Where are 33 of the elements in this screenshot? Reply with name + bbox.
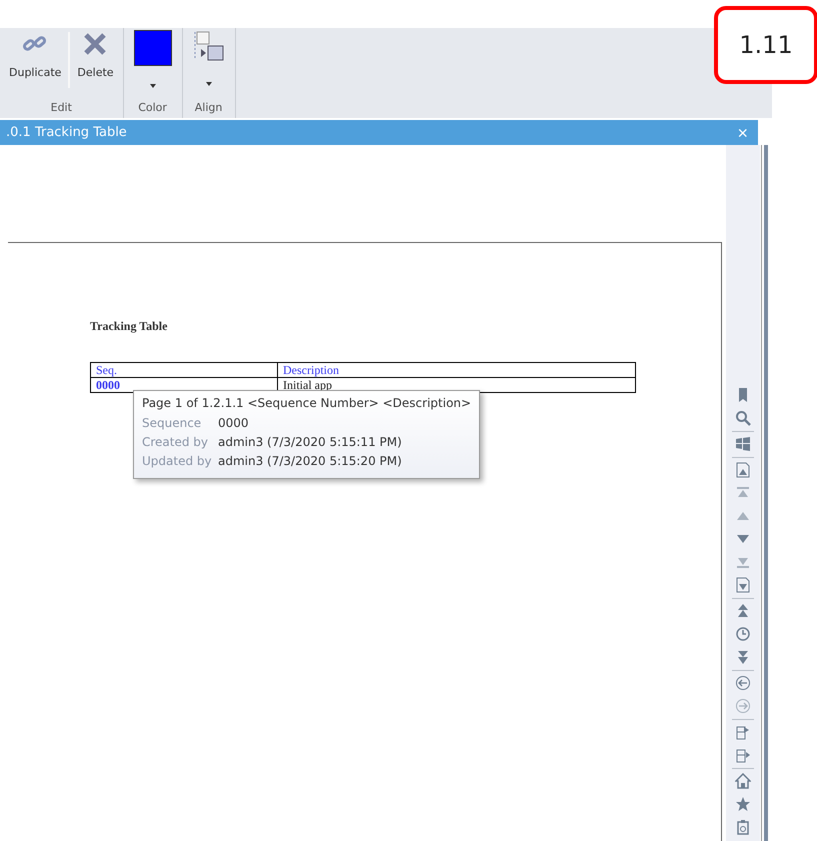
caret-icon <box>206 82 212 86</box>
double-down-icon[interactable] <box>735 649 751 665</box>
caret-icon <box>150 84 156 88</box>
duplicate-button[interactable]: Duplicate <box>6 30 64 79</box>
double-up-icon[interactable] <box>735 603 751 619</box>
star-icon[interactable] <box>735 796 751 812</box>
field-value: 0000 <box>218 415 249 432</box>
field-value: admin3 (7/3/2020 5:15:20 PM) <box>218 453 402 470</box>
column-header: Description <box>278 362 636 378</box>
field-value: admin3 (7/3/2020 5:15:11 PM) <box>218 434 402 451</box>
back-icon[interactable] <box>735 675 751 691</box>
scrollbar[interactable] <box>761 145 768 841</box>
home-icon[interactable] <box>735 773 751 789</box>
version-badge: 1.11 <box>714 6 817 84</box>
export-icon[interactable] <box>735 724 751 740</box>
tooltip-title: Page 1 of 1.2.1.1 <Sequence Number> <Description> <box>142 396 472 410</box>
image-page-icon[interactable] <box>735 462 751 478</box>
search-icon[interactable] <box>735 410 751 426</box>
document-heading: Tracking Table <box>90 319 168 334</box>
field-label: Updated by <box>142 453 213 470</box>
page-down-icon[interactable] <box>735 577 751 593</box>
group-label: Align <box>194 101 222 116</box>
clock-icon[interactable] <box>735 626 751 642</box>
clipboard-icon[interactable] <box>735 819 751 835</box>
column-header: Seq. <box>90 362 278 378</box>
field-label: Sequence <box>142 415 202 432</box>
import-icon[interactable] <box>735 747 751 763</box>
grid-icon[interactable] <box>735 436 751 452</box>
document-title: .0.1 Tracking Table <box>5 125 127 140</box>
group-label: Edit <box>50 101 72 116</box>
group-label: Color <box>138 101 167 116</box>
field-label: Created by <box>142 434 210 451</box>
delete-button[interactable]: Delete <box>74 30 117 79</box>
